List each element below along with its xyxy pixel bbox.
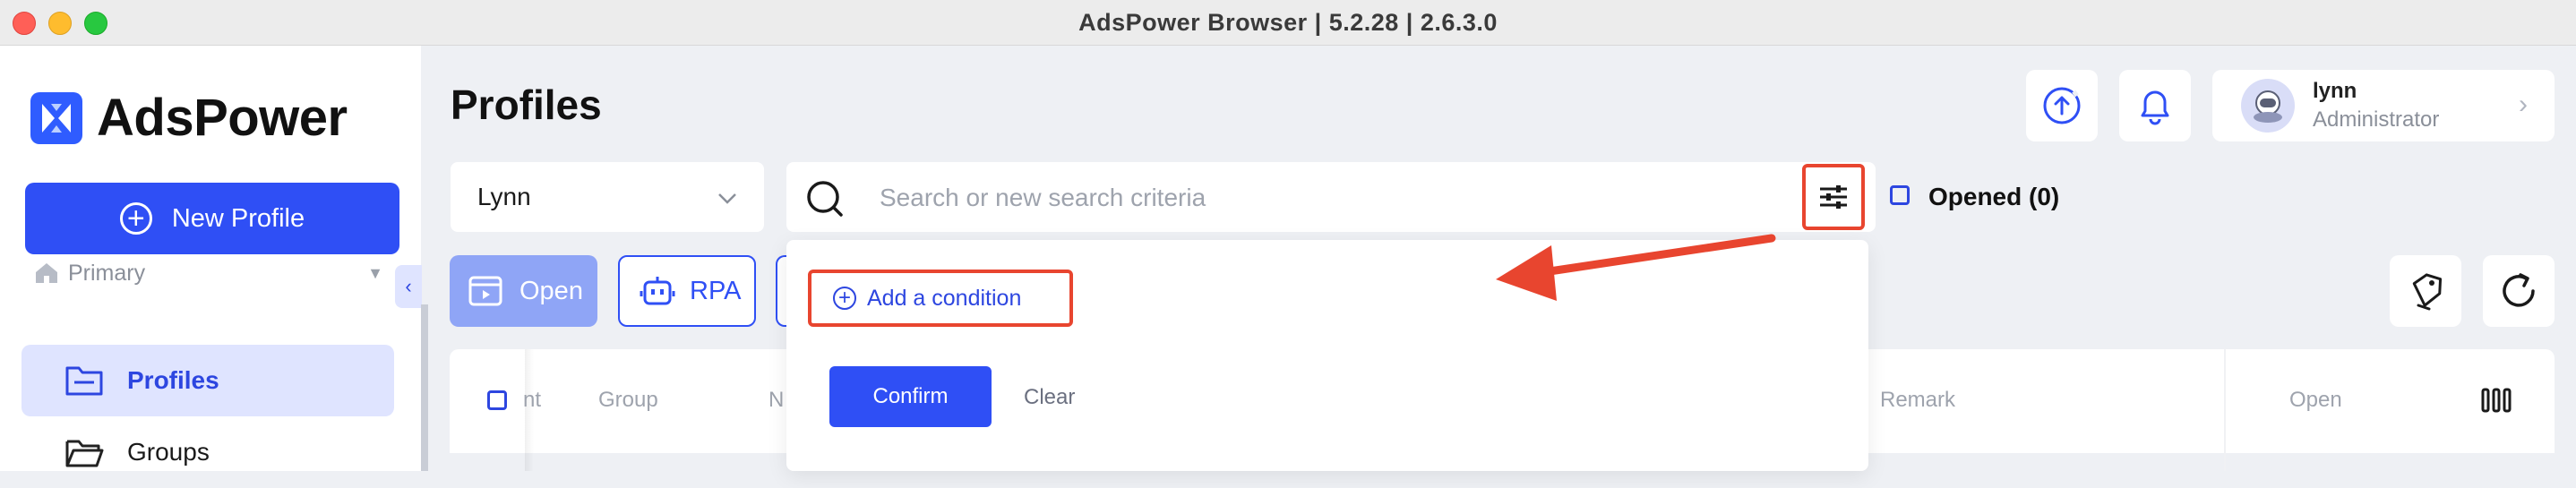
sync-icon — [2043, 87, 2081, 124]
caret-down-icon: ▼ — [367, 263, 383, 282]
column-header[interactable]: nt — [523, 388, 541, 413]
sidebar-item-profiles[interactable]: Profiles — [21, 345, 394, 416]
chevron-right-icon: › — [2519, 90, 2528, 119]
sidebar-item-groups[interactable]: Groups — [21, 416, 394, 488]
sidebar-scrollbar[interactable] — [421, 304, 428, 471]
column-settings-button[interactable] — [2481, 387, 2512, 418]
opened-label: Opened (0) — [1928, 183, 2060, 210]
sidebar-item-label: Groups — [127, 438, 210, 466]
open-button[interactable]: Open — [450, 255, 597, 327]
user-menu[interactable]: lynn Administrator › — [2212, 70, 2555, 141]
annotation-arrow-icon — [1496, 234, 1776, 301]
sidebar-item-label: Profiles — [127, 366, 219, 394]
plus-circle-icon: + — [833, 287, 856, 310]
adspower-logo-icon — [30, 91, 82, 144]
refresh-button[interactable] — [2483, 255, 2555, 327]
browser-window-icon — [468, 276, 502, 306]
select-all-checkbox[interactable] — [487, 390, 507, 410]
home-icon — [36, 263, 57, 283]
column-header-remark[interactable]: Remark — [1880, 388, 1955, 413]
add-condition-button[interactable]: + Add a condition — [808, 270, 1073, 327]
new-profile-label: New Profile — [171, 203, 305, 233]
refresh-icon — [2503, 273, 2535, 307]
opened-checkbox[interactable] — [1890, 185, 1910, 205]
section-primary[interactable]: Primary ▼ — [34, 255, 383, 291]
rpa-button-label: RPA — [690, 276, 742, 305]
column-header-open[interactable]: Open — [2289, 388, 2342, 413]
user-name: lynn — [2313, 79, 2357, 103]
column-header[interactable]: N — [769, 388, 784, 413]
astronaut-avatar-icon — [2254, 90, 2282, 123]
page-title: Profiles — [451, 81, 602, 128]
title-bar: AdsPower Browser | 5.2.28 | 2.6.3.0 — [0, 0, 2576, 46]
sync-button[interactable] — [2026, 70, 2098, 141]
folder-open-icon — [65, 440, 104, 467]
folder-icon — [65, 366, 103, 396]
collapse-sidebar-button[interactable]: ‹ — [395, 265, 422, 308]
search-icon — [807, 181, 843, 217]
robot-icon — [640, 277, 675, 305]
chevron-down-icon — [717, 183, 737, 211]
plus-circle-icon: + — [119, 202, 152, 235]
section-label: Primary — [68, 260, 146, 286]
group-select-value: Lynn — [477, 183, 531, 210]
tag-icon — [2412, 273, 2443, 311]
advanced-filter-button[interactable] — [1802, 164, 1865, 230]
sliders-icon — [1820, 185, 1847, 209]
notifications-button[interactable] — [2119, 70, 2191, 141]
window-title: AdsPower Browser | 5.2.28 | 2.6.3.0 — [1078, 9, 1498, 36]
new-profile-button[interactable]: + New Profile — [25, 183, 399, 254]
user-role: Administrator — [2313, 107, 2440, 132]
brand-name: AdsPower — [97, 89, 348, 147]
bell-icon — [2141, 90, 2169, 125]
avatar — [2241, 79, 2295, 133]
group-select[interactable]: Lynn — [451, 162, 764, 232]
column-header-group[interactable]: Group — [598, 388, 658, 413]
chevron-left-icon: ‹ — [405, 275, 412, 297]
add-condition-label: Add a condition — [867, 285, 1022, 311]
confirm-button[interactable]: Confirm — [829, 366, 992, 427]
tag-button[interactable] — [2390, 255, 2461, 327]
columns-icon — [2481, 388, 2512, 413]
brand-logo: AdsPower — [30, 88, 348, 148]
search-placeholder: Search or new search criteria — [880, 184, 1206, 211]
column-divider — [2224, 349, 2226, 471]
open-button-label: Open — [519, 276, 583, 305]
rpa-button[interactable]: RPA — [618, 255, 756, 327]
sidebar: AdsPower + New Profile Primary ▼ Profile… — [0, 46, 421, 471]
clear-button[interactable]: Clear — [1024, 385, 1075, 410]
